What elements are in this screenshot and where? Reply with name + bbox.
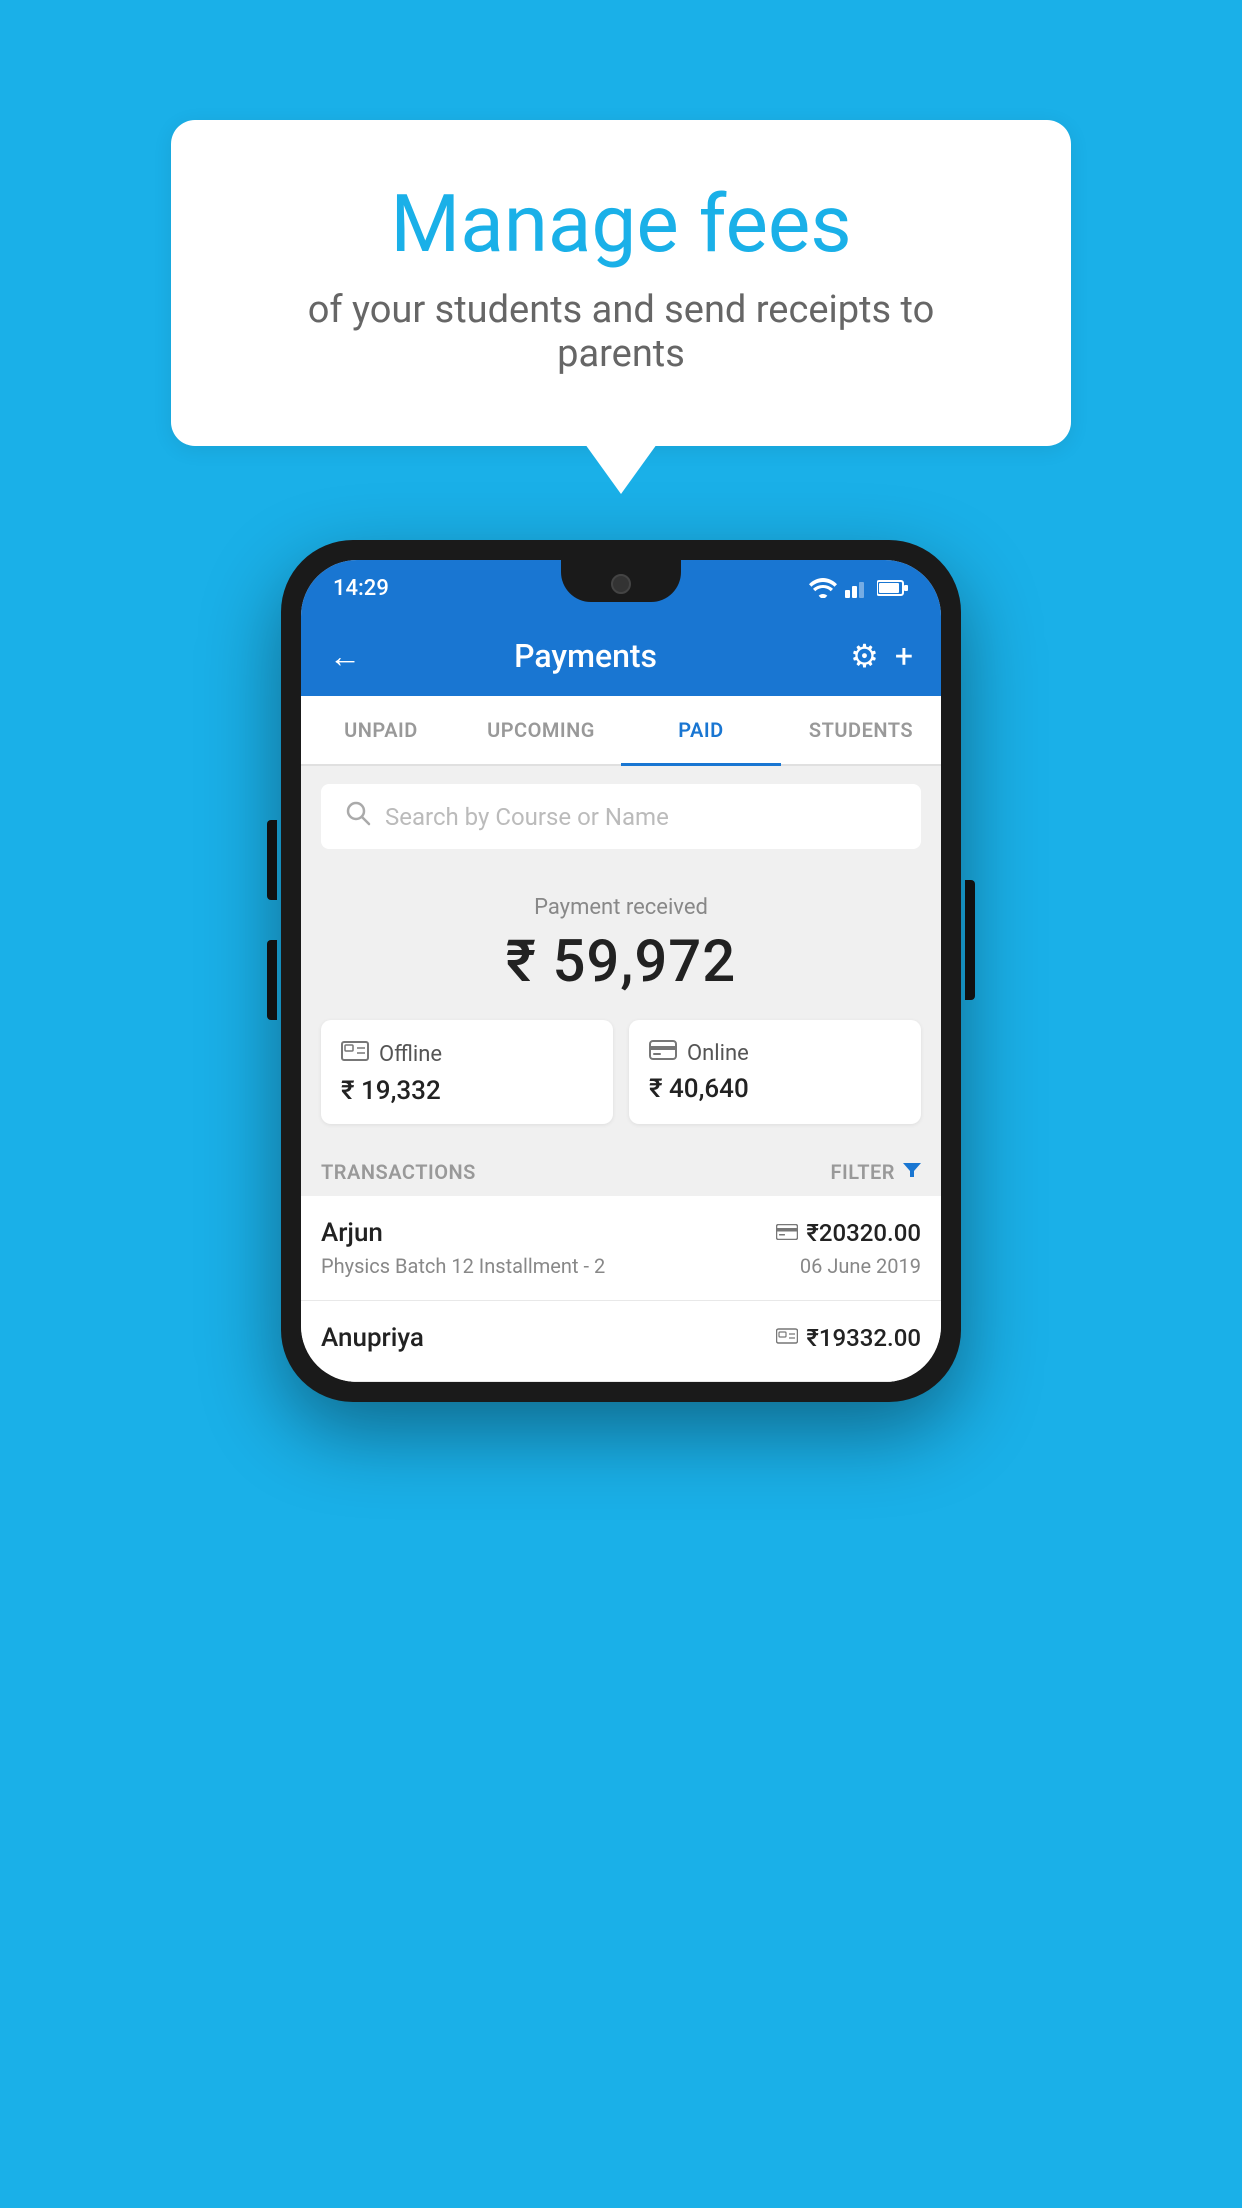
cash-icon	[341, 1040, 369, 1068]
status-bar: 14:29	[301, 560, 941, 616]
search-icon	[345, 800, 371, 833]
phone-notch	[561, 560, 681, 602]
camera-notch	[611, 574, 631, 594]
status-icons	[809, 578, 909, 598]
app-bar-title: Payments	[341, 637, 830, 675]
battery-icon	[877, 579, 909, 597]
offline-card: Offline ₹ 19,332	[321, 1020, 613, 1124]
transaction-amount: ₹19332.00	[776, 1324, 921, 1352]
phone-mockup: 14:29	[281, 540, 961, 1402]
payment-summary: Payment received ₹ 59,972	[301, 867, 941, 1020]
transaction-bottom-arjun: Physics Batch 12 Installment - 2 06 June…	[321, 1254, 921, 1278]
tabs-bar: UNPAID UPCOMING PAID STUDENTS	[301, 696, 941, 766]
transaction-course: Physics Batch 12 Installment - 2	[321, 1254, 605, 1278]
transaction-amount-value: ₹20320.00	[806, 1219, 921, 1247]
tab-paid[interactable]: PAID	[621, 696, 781, 764]
filter-button[interactable]: FILTER	[830, 1160, 921, 1184]
add-button[interactable]: +	[895, 640, 913, 672]
online-amount: ₹ 40,640	[649, 1074, 901, 1104]
transactions-header: TRANSACTIONS FILTER	[301, 1148, 941, 1196]
transactions-label: TRANSACTIONS	[321, 1160, 476, 1184]
phone-screen: 14:29	[301, 560, 941, 1382]
tab-upcoming[interactable]: UPCOMING	[461, 696, 621, 764]
transaction-list: Arjun ₹20320.00	[301, 1196, 941, 1382]
signal-icon	[845, 578, 869, 598]
app-bar: ← Payments ⚙ +	[301, 616, 941, 696]
tab-students[interactable]: STUDENTS	[781, 696, 941, 764]
online-card-header: Online	[649, 1040, 901, 1066]
transaction-top-arjun: Arjun ₹20320.00	[321, 1218, 921, 1248]
payment-total: ₹ 59,972	[321, 928, 921, 996]
transaction-date: 06 June 2019	[800, 1254, 921, 1278]
online-label: Online	[687, 1041, 749, 1066]
phone-outer: 14:29	[281, 540, 961, 1402]
card-payment-icon	[776, 1221, 798, 1245]
app-bar-icons: ⚙ +	[850, 640, 913, 672]
offline-amount: ₹ 19,332	[341, 1076, 593, 1106]
tab-unpaid[interactable]: UNPAID	[301, 696, 461, 764]
wifi-icon	[809, 578, 837, 598]
hero-section: Manage fees of your students and send re…	[171, 120, 1071, 446]
search-placeholder: Search by Course or Name	[385, 803, 669, 831]
payment-cards: Offline ₹ 19,332 Online	[301, 1020, 941, 1148]
payment-label: Payment received	[321, 895, 921, 920]
transaction-top-anupriya: Anupriya ₹19332.00	[321, 1323, 921, 1353]
table-row[interactable]: Anupriya ₹19332.00	[301, 1301, 941, 1382]
status-time: 14:29	[333, 576, 389, 601]
filter-label: FILTER	[830, 1160, 895, 1184]
hero-subtitle: of your students and send receipts to pa…	[251, 288, 991, 376]
transaction-name: Arjun	[321, 1218, 383, 1248]
filter-icon	[903, 1160, 921, 1184]
search-bar[interactable]: Search by Course or Name	[321, 784, 921, 849]
search-section: Search by Course or Name	[301, 766, 941, 867]
settings-button[interactable]: ⚙	[850, 640, 879, 672]
offline-card-header: Offline	[341, 1040, 593, 1068]
hero-title: Manage fees	[251, 180, 991, 268]
transaction-amount: ₹20320.00	[776, 1219, 921, 1247]
online-card: Online ₹ 40,640	[629, 1020, 921, 1124]
transaction-name: Anupriya	[321, 1323, 424, 1353]
speech-bubble: Manage fees of your students and send re…	[171, 120, 1071, 446]
offline-label: Offline	[379, 1042, 442, 1067]
card-icon	[649, 1040, 677, 1066]
transaction-amount-value: ₹19332.00	[806, 1324, 921, 1352]
cash-payment-icon	[776, 1326, 798, 1350]
table-row[interactable]: Arjun ₹20320.00	[301, 1196, 941, 1301]
